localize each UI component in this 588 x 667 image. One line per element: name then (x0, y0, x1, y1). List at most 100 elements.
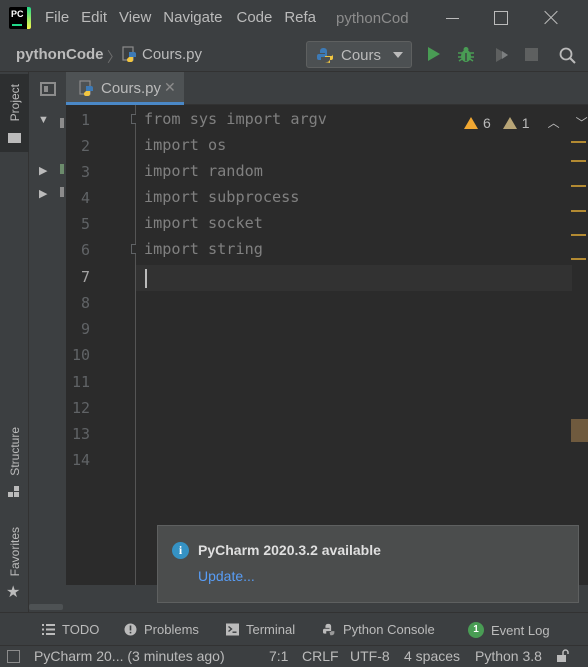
code-line: import os (144, 136, 227, 154)
stop-icon[interactable] (525, 48, 538, 61)
debug-bug-icon[interactable] (456, 45, 476, 65)
file-encoding[interactable]: UTF-8 (350, 648, 390, 664)
tab-problems[interactable]: Problems (124, 622, 199, 637)
warning-marker[interactable] (571, 258, 586, 260)
caret-position[interactable]: 7:1 (269, 648, 288, 664)
breadcrumb-file[interactable]: Cours.py (142, 46, 202, 63)
line-number: 8 (80, 294, 90, 312)
menu-file[interactable]: File (45, 9, 69, 26)
problems-icon (124, 623, 137, 636)
status-bar: PyCharm 20... (3 minutes ago) 7:1 CRLF U… (0, 645, 588, 667)
chevron-up-icon[interactable]: ︿ (548, 114, 560, 131)
warning-marker[interactable] (571, 160, 586, 162)
search-icon[interactable] (558, 46, 578, 66)
indent-setting[interactable]: 4 spaces (404, 648, 460, 664)
project-tab-label: Project (8, 84, 22, 122)
line-separator[interactable]: CRLF (302, 648, 339, 664)
tree-node-icon (60, 187, 64, 197)
tab-todo-label: TODO (62, 622, 100, 637)
navigation-bar: pythonCode 〉 Cours.py Cours (0, 38, 588, 72)
inspection-widget[interactable]: 6 1 ︿ ﹀ (464, 114, 588, 131)
chevron-down-icon[interactable]: ﹀ (576, 114, 588, 131)
editor-gutter: 1 2 3 4 5 6 7 8 9 10 11 12 13 14 (66, 105, 141, 585)
line-number: 10 (71, 346, 90, 364)
warning-marker[interactable] (571, 234, 586, 236)
tab-cours-py[interactable]: Cours.py ✕ (66, 72, 184, 105)
vertical-scrollbar-thumb[interactable] (571, 419, 588, 442)
warning-marker[interactable] (571, 185, 586, 187)
run-configuration-dropdown[interactable]: Cours (306, 41, 412, 68)
menu-code[interactable]: Code (236, 9, 272, 26)
line-number: 11 (71, 373, 90, 391)
warning-marker[interactable] (571, 141, 586, 143)
minimize-button[interactable] (443, 8, 463, 28)
tab-label: Cours.py (101, 80, 162, 97)
line-number-current: 7 (80, 268, 90, 286)
code-line: import socket (144, 214, 263, 232)
status-message[interactable]: PyCharm 20... (3 minutes ago) (34, 648, 225, 664)
line-number: 4 (80, 189, 90, 207)
line-number: 5 (80, 215, 90, 233)
run-with-coverage-icon[interactable] (492, 45, 512, 65)
project-panel: ▼ ▶ ▶ (29, 72, 66, 612)
window-title: pythonCod (336, 10, 409, 27)
python-interpreter[interactable]: Python 3.8 (475, 648, 542, 664)
code-line: import random (144, 162, 263, 180)
horizontal-scrollbar[interactable] (29, 604, 63, 610)
chevron-down-icon[interactable]: ▼ (38, 114, 49, 126)
event-log-badge: 1 (468, 622, 484, 638)
menu-edit[interactable]: Edit (81, 9, 107, 26)
left-tool-strip: Project Structure Favorites ★ (0, 72, 29, 612)
tab-event-log[interactable]: 1 Event Log (468, 622, 550, 638)
tab-terminal-label: Terminal (246, 622, 296, 637)
update-link[interactable]: Update... (198, 568, 255, 584)
project-tool-tab[interactable]: Project (0, 74, 29, 152)
chevron-right-icon[interactable]: ▶ (39, 187, 47, 200)
python-file-icon (79, 80, 93, 96)
tab-python-console-label: Python Console (343, 622, 435, 637)
warning-icon (464, 116, 478, 129)
line-number: 12 (71, 399, 90, 417)
close-tab-icon[interactable]: ✕ (164, 79, 176, 96)
tree-node-icon (60, 118, 64, 128)
star-icon[interactable]: ★ (6, 582, 20, 602)
close-window-button[interactable] (541, 8, 561, 28)
menu-view[interactable]: View (119, 9, 151, 26)
tab-terminal[interactable]: Terminal (226, 622, 295, 637)
tree-node-icon (60, 164, 64, 174)
panel-layout-icon[interactable] (40, 82, 56, 96)
chevron-down-icon (393, 52, 403, 58)
run-play-icon[interactable] (428, 47, 440, 61)
code-editor[interactable]: from sys import argv import os import ra… (136, 105, 588, 585)
code-line: import string (144, 240, 263, 258)
warning-marker[interactable] (571, 210, 586, 212)
current-line-highlight (136, 265, 572, 291)
info-icon: i (172, 542, 189, 559)
line-number: 14 (71, 451, 90, 469)
run-configuration-label: Cours (341, 47, 382, 64)
line-number: 9 (80, 320, 90, 338)
favorites-tab-label[interactable]: Favorites (8, 527, 22, 576)
line-number: 1 (80, 111, 90, 129)
text-caret (145, 269, 147, 288)
bottom-tool-tabs: TODO Problems Terminal Python Console 1 … (0, 612, 588, 645)
breadcrumb-project[interactable]: pythonCode (16, 46, 104, 63)
maximize-button[interactable] (491, 8, 511, 28)
breadcrumb-separator-icon: 〉 (107, 49, 121, 65)
title-bar: PC File Edit View Navigate Code Refa pyt… (0, 0, 588, 38)
tab-todo[interactable]: TODO (42, 622, 99, 637)
tab-python-console[interactable]: Python Console (323, 622, 435, 637)
chevron-right-icon[interactable]: ▶ (39, 164, 47, 177)
menu-navigate[interactable]: Navigate (163, 9, 222, 26)
python-icon (323, 623, 335, 636)
tab-event-log-label: Event Log (491, 622, 550, 638)
unlock-icon[interactable] (556, 649, 570, 663)
tool-windows-toggle-icon[interactable] (7, 650, 20, 663)
menu-refactor[interactable]: Refa (284, 9, 316, 26)
structure-tab-label[interactable]: Structure (8, 427, 22, 476)
structure-icon[interactable] (8, 486, 20, 498)
line-number: 3 (80, 163, 90, 181)
line-number: 13 (71, 425, 90, 443)
warning-count: 6 (483, 114, 491, 131)
tab-problems-label: Problems (144, 622, 199, 637)
